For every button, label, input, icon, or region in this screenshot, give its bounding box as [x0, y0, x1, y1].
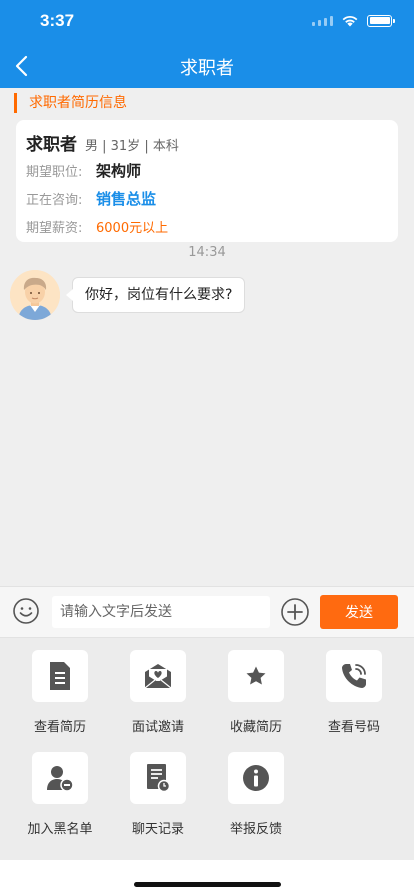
input-bar: 发送 [0, 586, 414, 638]
status-time: 3:37 [40, 11, 75, 30]
action-label: 收藏简历 [229, 720, 282, 735]
position-row: 期望职位: 架构师 [26, 156, 388, 184]
phone-icon [342, 664, 366, 688]
action-label: 查看简历 [33, 720, 86, 735]
wifi-icon [342, 15, 358, 27]
action-label: 举报反馈 [229, 822, 282, 837]
resume-icon [50, 662, 70, 690]
home-indicator[interactable] [134, 882, 281, 887]
consulting-row: 正在咨询: 销售总监 [26, 184, 388, 212]
chat-message[interactable]: 你好，岗位有什么要求? [65, 277, 246, 313]
blacklist-icon [47, 766, 74, 792]
resume-card[interactable]: 求职者 男 | 31岁 | 本科 期望职位: 架构师 正在咨询: 销售总监 期望… [16, 120, 398, 242]
signal-icon [312, 15, 333, 26]
person-avatar-icon [10, 270, 60, 320]
star-icon [246, 666, 266, 685]
chat-timestamp: 14:34 [188, 245, 226, 260]
avatar[interactable] [10, 270, 60, 320]
chat-record-icon [147, 764, 171, 793]
blacklist-action[interactable]: 加入黑名单 [11, 752, 109, 837]
favorite-resume-action[interactable]: 收藏简历 [207, 650, 305, 735]
salary-row: 期望薪资: 6000元以上 [26, 212, 388, 240]
seeker-meta: 男 | 31岁 | 本科 [85, 139, 179, 154]
action-label: 查看号码 [327, 720, 380, 735]
salary-label: 期望薪资: [26, 220, 83, 236]
battery-icon [367, 14, 395, 27]
invitation-icon [144, 664, 172, 689]
message-input[interactable] [52, 596, 270, 628]
bottom-bar [0, 860, 414, 896]
emoji-button[interactable] [12, 597, 40, 625]
page-title: 求职者 [180, 58, 234, 79]
header: 3:37 求职者 [0, 0, 414, 88]
info-icon [243, 765, 269, 791]
chat-record-action[interactable]: 聊天记录 [109, 752, 207, 837]
send-button[interactable]: 发送 [320, 595, 398, 629]
interview-invite-action[interactable]: 面试邀请 [109, 650, 207, 735]
seeker-name: 求职者 [26, 135, 77, 155]
position-label: 期望职位: [26, 164, 83, 180]
action-label: 加入黑名单 [27, 822, 93, 837]
action-panel: 查看简历 面试邀请 收藏简历 查看号码 加入黑名单 聊天记录 举报反馈 [0, 638, 414, 860]
position-value: 架构师 [96, 161, 142, 180]
report-feedback-action[interactable]: 举报反馈 [207, 752, 305, 837]
view-phone-action[interactable]: 查看号码 [305, 650, 403, 735]
consulting-label: 正在咨询: [26, 192, 83, 208]
salary-value: 6000元以上 [96, 220, 169, 236]
status-icons [312, 14, 395, 27]
action-label: 面试邀请 [131, 720, 184, 735]
add-more-button[interactable] [280, 597, 310, 627]
consulting-value: 销售总监 [96, 189, 157, 208]
action-label: 聊天记录 [131, 822, 184, 837]
section-label: 求职者简历信息 [14, 93, 127, 113]
view-resume-action[interactable]: 查看简历 [11, 650, 109, 735]
